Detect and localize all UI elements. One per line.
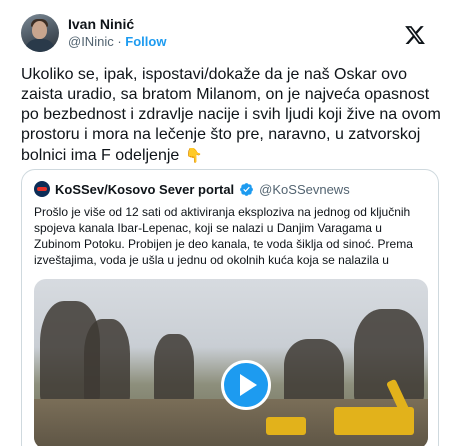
separator-dot: ·	[117, 34, 122, 49]
quoted-tweet[interactable]: KoSSev/Kosovo Sever portal @KoSSevnews P…	[21, 169, 439, 446]
author-name[interactable]: Ivan Ninić	[68, 15, 166, 33]
tweet-card[interactable]: Ivan Ninić @INinic · Follow Ukoliko se, …	[0, 0, 468, 446]
play-icon	[240, 374, 257, 396]
tweet-text: Ukoliko se, ipak, ispostavi/dokaže da je…	[21, 65, 451, 166]
author-block: Ivan Ninić @INinic · Follow	[68, 15, 166, 51]
author-sub: @INinic · Follow	[68, 33, 166, 51]
follow-button[interactable]: Follow	[125, 34, 166, 49]
play-button[interactable]	[221, 360, 271, 410]
pointing-down-emoji: 👇	[185, 147, 203, 163]
tweet-header: Ivan Ninić @INinic · Follow	[21, 14, 441, 54]
x-logo-icon[interactable]	[404, 24, 426, 46]
verified-badge-icon	[240, 182, 254, 196]
author-handle[interactable]: @INinic	[68, 34, 114, 49]
quoted-avatar[interactable]	[34, 181, 50, 197]
video-thumbnail[interactable]	[34, 279, 428, 446]
avatar[interactable]	[21, 14, 59, 52]
tweet-body: Ukoliko se, ipak, ispostavi/dokaže da je…	[21, 66, 441, 164]
quoted-header: KoSSev/Kosovo Sever portal @KoSSevnews	[34, 180, 350, 198]
quoted-author-handle[interactable]: @KoSSevnews	[259, 182, 350, 197]
quoted-author-name[interactable]: KoSSev/Kosovo Sever portal	[55, 182, 234, 197]
quoted-text: Prošlo je više od 12 sati od aktiviranja…	[34, 205, 413, 267]
